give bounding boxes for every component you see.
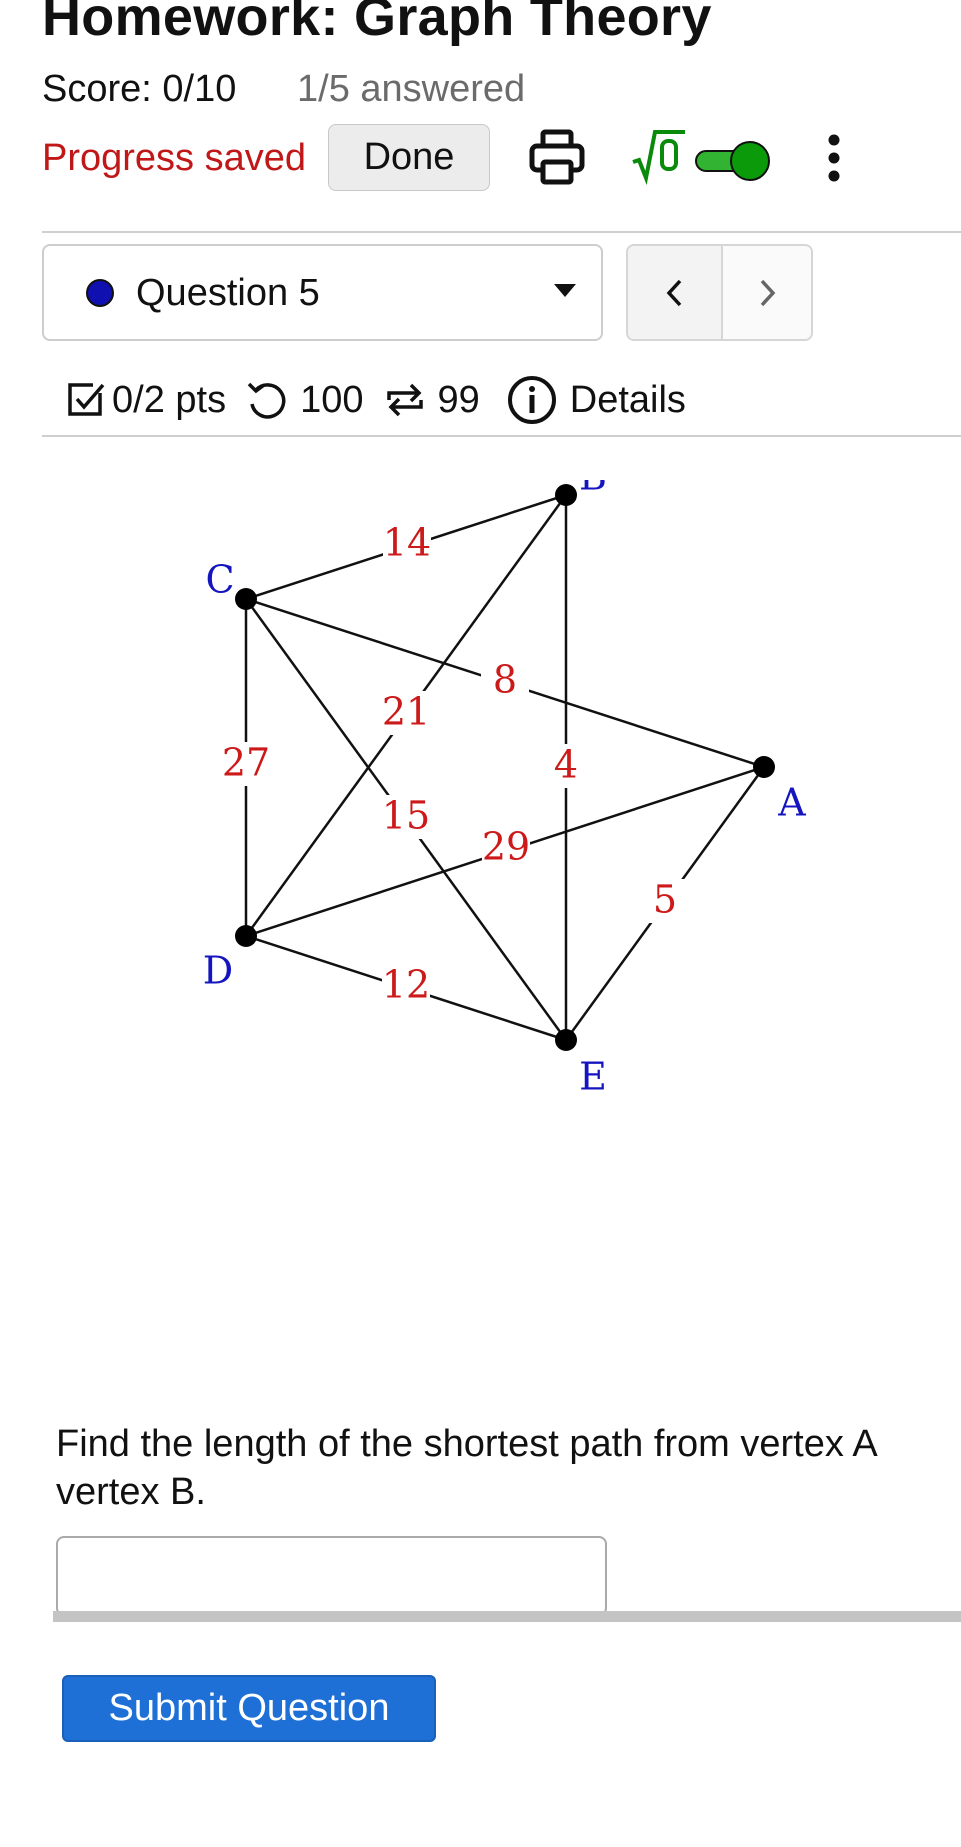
divider xyxy=(42,435,961,437)
vertex-B xyxy=(555,484,577,506)
details-link[interactable]: Details xyxy=(506,374,686,426)
done-button[interactable]: Done xyxy=(328,124,490,191)
question-select[interactable]: Question 5 xyxy=(42,244,603,341)
previous-question-button[interactable] xyxy=(628,246,723,339)
chevron-right-icon xyxy=(760,279,776,306)
chevron-left-icon xyxy=(666,279,681,306)
submit-question-button[interactable]: Submit Question xyxy=(62,1675,436,1742)
attempts-count: 100 xyxy=(300,378,364,421)
more-vert-icon[interactable] xyxy=(820,130,848,190)
vertex-D xyxy=(235,925,257,947)
vertex-label-E: E xyxy=(579,1055,607,1099)
vertex-label-A: A xyxy=(777,781,806,825)
question-select-label: Question 5 xyxy=(136,272,320,314)
edge-weight-B-D: 21 xyxy=(382,690,430,734)
vertex-label-D: D xyxy=(203,949,233,993)
edge-weight-C-E: 15 xyxy=(382,794,430,838)
attempts-undo-icon xyxy=(247,382,286,419)
print-icon[interactable] xyxy=(528,128,586,186)
vertex-E xyxy=(555,1029,577,1051)
next-question-button[interactable] xyxy=(723,246,811,339)
math-toggle-switch[interactable] xyxy=(694,140,772,182)
vertex-label-B: B xyxy=(579,480,607,499)
edge-weight-A-E: 5 xyxy=(653,878,677,922)
answered-count: 1/5 answered xyxy=(297,68,526,110)
page-title: Homework: Graph Theory xyxy=(42,0,712,47)
question-meta-row: 0/2 pts 100 99 Details xyxy=(66,370,686,430)
edge-weight-A-D: 29 xyxy=(482,825,530,869)
details-label: Details xyxy=(569,378,686,421)
info-icon xyxy=(507,376,556,424)
divider xyxy=(42,231,961,233)
score-text: Score: 0/10 xyxy=(42,68,237,110)
retries-count: 99 xyxy=(437,378,480,421)
edge-weight-D-E: 12 xyxy=(382,963,430,1007)
edge-weight-B-C: 14 xyxy=(383,521,431,565)
vertex-A xyxy=(753,756,775,778)
edge-weight-C-D: 27 xyxy=(222,741,270,785)
weighted-graph-figure: 14 8 21 27 4 15 29 5 12 A B C D E xyxy=(203,480,807,1099)
edge-weight-C-A: 8 xyxy=(493,658,517,702)
caret-down-icon xyxy=(554,284,576,297)
checkbox-checked-icon xyxy=(68,383,105,416)
vertex-C xyxy=(235,588,257,610)
input-underline-bar xyxy=(53,1611,961,1622)
question-nav-group xyxy=(626,244,813,341)
points-text: 0/2 pts xyxy=(112,378,227,421)
question-status-dot xyxy=(86,279,114,307)
sqrt-math-icon[interactable] xyxy=(631,128,687,186)
question-prompt: Find the length of the shortest path fro… xyxy=(56,1423,876,1513)
vertex-label-C: C xyxy=(205,558,234,602)
answer-input[interactable] xyxy=(56,1536,607,1616)
edge-weight-B-E: 4 xyxy=(554,743,578,787)
progress-status: Progress saved xyxy=(42,137,307,179)
retry-repeat-icon xyxy=(387,383,424,417)
